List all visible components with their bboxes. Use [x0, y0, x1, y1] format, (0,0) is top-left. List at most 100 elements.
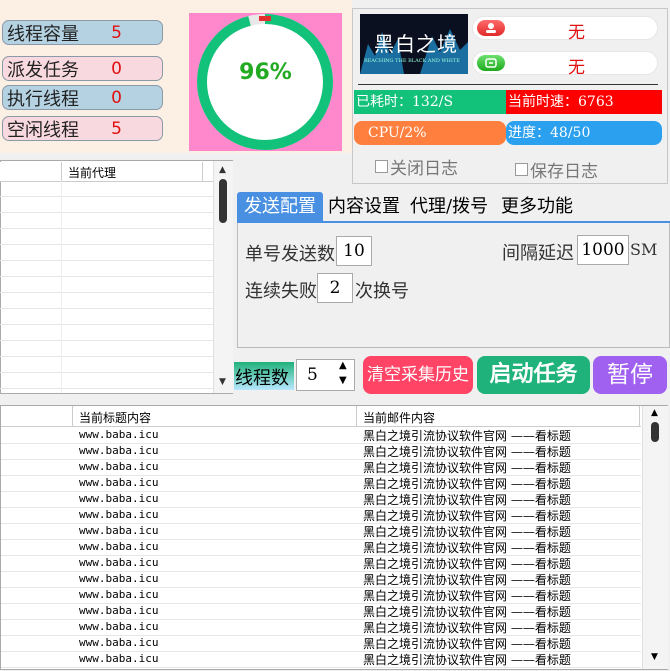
- table-row[interactable]: www.baba.icu 黑白之境引流协议软件官网 ——看标题: [1, 459, 641, 476]
- row-mail-cell: 黑白之境引流协议软件官网 ——看标题: [363, 605, 571, 619]
- thread-count-spinner[interactable]: 5 ▲ ▼: [296, 359, 355, 391]
- running-thread-value: 0: [111, 87, 122, 108]
- proxy-row-line: [0, 372, 213, 373]
- user-icon: [477, 20, 505, 36]
- thread-count-label-box: 线程数: [234, 362, 294, 390]
- tab-more-features[interactable]: 更多功能: [501, 192, 573, 222]
- brand-logo: 黑白之境 REACHING THE BLACK AND WHITE: [360, 14, 468, 74]
- close-log-checkbox[interactable]: 关闭日志: [375, 154, 458, 179]
- task-table[interactable]: 当前标题内容 当前邮件内容 www.baba.icu 黑白之境引流协议软件官网 —…: [0, 405, 668, 670]
- interval-label: 间隔延迟: [502, 243, 574, 264]
- row-mail-cell: 黑白之境引流协议软件官网 ——看标题: [363, 637, 571, 651]
- row-title-cell: www.baba.icu: [79, 604, 159, 617]
- interval-input[interactable]: 1000: [577, 235, 629, 265]
- table-scroll-up-icon[interactable]: ▲: [651, 408, 658, 418]
- row-title-cell: www.baba.icu: [79, 588, 159, 601]
- row-title-cell: www.baba.icu: [79, 460, 159, 473]
- table-row[interactable]: www.baba.icu 黑白之境引流协议软件官网 ——看标题: [1, 603, 641, 620]
- table-row[interactable]: www.baba.icu 黑白之境引流协议软件官网 ——看标题: [1, 587, 641, 604]
- usage-gauge-percent: 96%: [239, 60, 292, 85]
- proxy-column-header[interactable]: 当前代理: [68, 164, 116, 181]
- table-row[interactable]: www.baba.icu 黑白之境引流协议软件官网 ——看标题: [1, 651, 641, 668]
- table-row[interactable]: www.baba.icu 黑白之境引流协议软件官网 ——看标题: [1, 555, 641, 572]
- clear-history-button[interactable]: 清空采集历史: [363, 356, 473, 394]
- scroll-up-icon[interactable]: ▲: [219, 165, 226, 175]
- task-table-header: 当前标题内容 当前邮件内容: [1, 406, 641, 427]
- spinner-down-icon[interactable]: ▼: [339, 375, 347, 386]
- proxy-row-line: [0, 356, 213, 357]
- row-mail-cell: 黑白之境引流协议软件官网 ——看标题: [363, 445, 571, 459]
- table-row[interactable]: www.baba.icu 黑白之境引流协议软件官网 ——看标题: [1, 491, 641, 508]
- fail-count-input[interactable]: 2: [317, 273, 353, 303]
- pause-button[interactable]: 暂停: [593, 356, 667, 394]
- row-mail-cell: 黑白之境引流协议软件官网 ——看标题: [363, 541, 571, 555]
- fail-count-label: 连续失败: [245, 281, 317, 302]
- save-log-label: 保存日志: [530, 162, 598, 182]
- tab-proxy-dial[interactable]: 代理/拨号: [410, 192, 488, 222]
- row-mail-cell: 黑白之境引流协议软件官网 ——看标题: [363, 653, 571, 667]
- proxy-column-divider: [61, 181, 62, 393]
- save-log-checkbox[interactable]: 保存日志: [515, 157, 598, 182]
- proxy-row-line: [0, 196, 213, 197]
- table-row[interactable]: www.baba.icu 黑白之境引流协议软件官网 ——看标题: [1, 475, 641, 492]
- close-log-box[interactable]: [375, 160, 388, 173]
- spinner-up-icon[interactable]: ▲: [339, 360, 347, 371]
- scroll-thumb[interactable]: [219, 179, 227, 223]
- table-row[interactable]: www.baba.icu 黑白之境引流协议软件官网 ——看标题: [1, 523, 641, 540]
- status-2-value: 无: [568, 58, 585, 78]
- proxy-row-line: [0, 340, 213, 341]
- save-log-box[interactable]: [515, 163, 528, 176]
- row-mail-cell: 黑白之境引流协议软件官网 ——看标题: [363, 477, 571, 491]
- scroll-down-icon[interactable]: ▼: [219, 377, 226, 387]
- proxy-row-line: [0, 244, 213, 245]
- row-mail-cell: 黑白之境引流协议软件官网 ——看标题: [363, 509, 571, 523]
- table-scroll-thumb[interactable]: [651, 422, 659, 442]
- cpu-bar: CPU/2%: [354, 121, 506, 145]
- row-title-cell: www.baba.icu: [79, 492, 159, 505]
- idle-thread-value: 5: [111, 118, 122, 139]
- elapsed-time-bar: 已耗时：132/S: [354, 90, 506, 114]
- task-table-body: www.baba.icu 黑白之境引流协议软件官网 ——看标题 www.baba.i…: [1, 427, 641, 671]
- logo-subtitle: REACHING THE BLACK AND WHITE: [364, 58, 460, 64]
- table-row[interactable]: www.baba.icu 黑白之境引流协议软件官网 ——看标题: [1, 443, 641, 460]
- per-account-label: 单号发送数: [245, 244, 335, 265]
- title-column-header[interactable]: 当前标题内容: [79, 409, 151, 426]
- row-title-cell: www.baba.icu: [79, 556, 159, 569]
- row-title-cell: www.baba.icu: [79, 508, 159, 521]
- table-row[interactable]: www.baba.icu 黑白之境引流协议软件官网 ——看标题: [1, 507, 641, 524]
- table-row[interactable]: www.baba.icu 黑白之境引流协议软件官网 ——看标题: [1, 635, 641, 652]
- dispatched-task-label: 派发任务: [7, 59, 79, 81]
- table-scroll-down-icon[interactable]: ▼: [651, 652, 658, 662]
- status-row-2: 无: [472, 51, 658, 78]
- start-task-button[interactable]: 启动任务: [477, 356, 590, 394]
- thread-capacity-label: 线程容量: [7, 23, 79, 45]
- row-title-cell: www.baba.icu: [79, 428, 159, 441]
- proxy-row-line: [0, 228, 213, 229]
- tab-send-config[interactable]: 发送配置: [237, 192, 323, 222]
- proxy-list-scrollbar[interactable]: ▲ ▼: [213, 161, 233, 393]
- dispatched-task-value: 0: [111, 58, 122, 79]
- dispatched-task-pill: 派发任务 0: [2, 56, 163, 81]
- proxy-row-line: [0, 260, 213, 261]
- table-row[interactable]: www.baba.icu 黑白之境引流协议软件官网 ——看标题: [1, 619, 641, 636]
- thread-count-value[interactable]: 5: [307, 365, 318, 385]
- link-icon: [477, 55, 505, 71]
- tab-content-settings[interactable]: 内容设置: [328, 192, 400, 222]
- logo-title: 黑白之境: [374, 32, 458, 56]
- per-account-input[interactable]: 10: [336, 236, 372, 266]
- proxy-row-line: [0, 324, 213, 325]
- proxy-list-header: 当前代理: [0, 162, 214, 182]
- row-title-cell: www.baba.icu: [79, 476, 159, 489]
- table-row[interactable]: www.baba.icu 黑白之境引流协议软件官网 ——看标题: [1, 539, 641, 556]
- task-table-scrollbar[interactable]: ▲ ▼: [642, 406, 668, 669]
- idle-thread-label: 空闲线程: [7, 119, 79, 141]
- current-speed-bar: 当前时速：6763: [506, 90, 662, 114]
- interval-unit: SM: [630, 240, 658, 259]
- table-row[interactable]: www.baba.icu 黑白之境引流协议软件官网 ——看标题: [1, 571, 641, 588]
- mail-column-header[interactable]: 当前邮件内容: [363, 409, 435, 426]
- row-mail-cell: 黑白之境引流协议软件官网 ——看标题: [363, 621, 571, 635]
- idle-thread-pill: 空闲线程 5: [2, 116, 163, 141]
- thread-count-label: 线程数: [235, 368, 289, 389]
- table-row[interactable]: www.baba.icu 黑白之境引流协议软件官网 ——看标题: [1, 427, 641, 444]
- status-1-value: 无: [568, 23, 585, 43]
